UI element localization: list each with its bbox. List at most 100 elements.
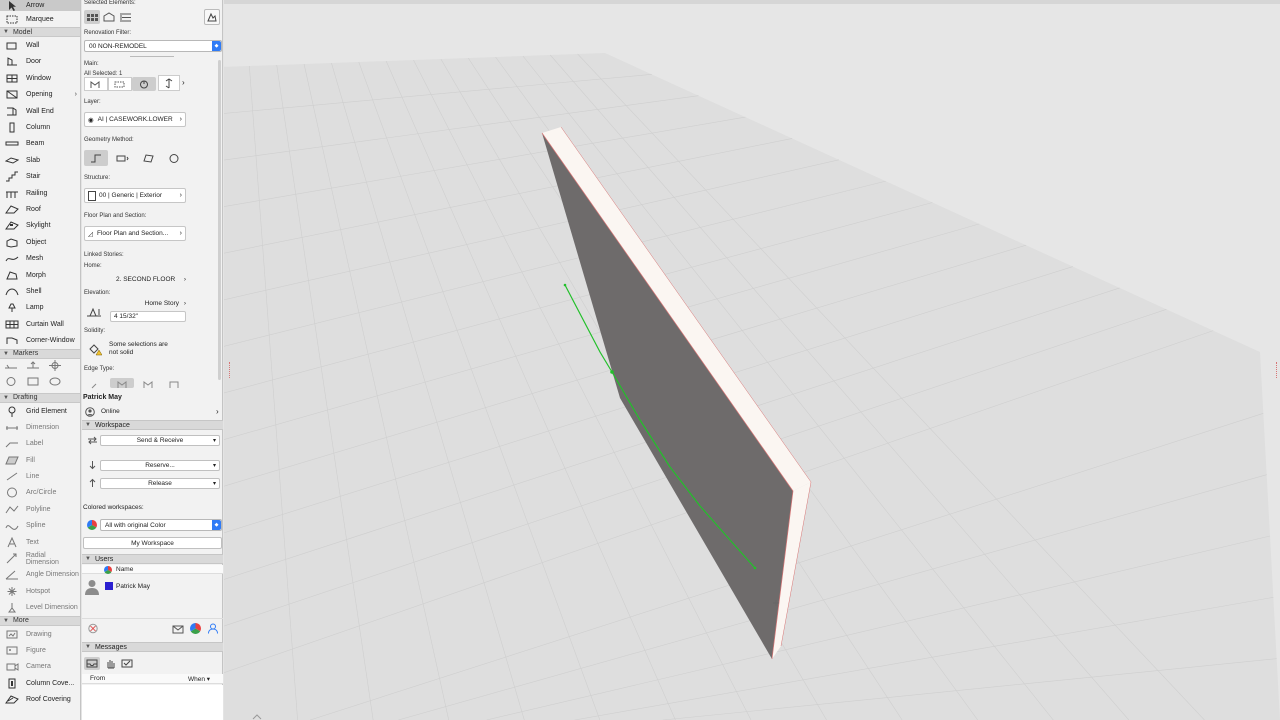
settings-dialog-button[interactable] [204, 9, 220, 25]
elevation-marker-icon[interactable] [26, 360, 48, 373]
reassign-user-icon[interactable] [87, 623, 99, 636]
layer-field[interactable]: ◉ AI | CASEWORK.LOWER › [84, 112, 186, 127]
structure-field[interactable]: 00 | Generic | Exterior › [84, 188, 186, 203]
toolbox-section-drafting[interactable]: ▼ Drafting [0, 392, 80, 403]
user-colors-icon[interactable] [190, 623, 201, 636]
renovation-filter-select[interactable]: 00 NON-REMODEL ◆ [84, 40, 222, 52]
inbox-icon[interactable] [84, 657, 100, 670]
edge-perpendicular-icon[interactable] [110, 378, 134, 388]
chevron-right-icon[interactable]: › [216, 407, 219, 416]
elevation-reference-field[interactable]: Home Story › [132, 300, 186, 310]
messages-column-when[interactable]: When ▾ [188, 675, 210, 683]
tool-hotspot[interactable]: Hotspot [0, 583, 80, 599]
floor-plan-field[interactable]: ◿ Floor Plan and Section... › [84, 226, 186, 241]
tool-roof[interactable]: Roof [0, 201, 80, 217]
tool-radial-dimension[interactable]: Radial Dimension [0, 550, 80, 566]
tool-spline[interactable]: Spline [0, 518, 80, 534]
reference-line-node[interactable] [563, 283, 567, 287]
reserve-button[interactable]: Reserve... ▾ [100, 460, 220, 471]
messages-section-header[interactable]: ▼ Messages [82, 642, 223, 652]
users-section-header[interactable]: ▼ Users [82, 554, 223, 564]
tool-text[interactable]: Text [0, 534, 80, 550]
release-button[interactable]: Release ▾ [100, 478, 220, 489]
edge-straight-icon[interactable] [84, 378, 108, 388]
tool-polyline[interactable]: Polyline [0, 501, 80, 517]
worksheet-marker-icon[interactable] [4, 376, 26, 389]
tool-morph[interactable]: Morph [0, 267, 80, 283]
tool-corner-window[interactable]: Corner-Window [0, 332, 80, 348]
tool-railing[interactable]: Railing [0, 185, 80, 201]
tool-window[interactable]: Window [0, 70, 80, 86]
tool-fill[interactable]: Fill [0, 452, 80, 468]
chevron-right-icon[interactable]: › [182, 78, 185, 87]
3d-viewport[interactable] [224, 0, 1280, 720]
tool-column[interactable]: Column [0, 119, 80, 135]
circle-geometry-icon[interactable] [162, 150, 186, 166]
reference-line-node[interactable] [753, 566, 757, 570]
tool-line[interactable]: Line [0, 468, 80, 484]
hand-icon[interactable] [102, 657, 118, 670]
send-message-icon[interactable] [172, 623, 184, 636]
tool-mesh[interactable]: Mesh [0, 250, 80, 266]
tool-column-cover[interactable]: Column Cove... [0, 675, 80, 691]
change-marker-icon[interactable] [48, 376, 70, 389]
tool-slab[interactable]: Slab [0, 152, 80, 168]
rotated-rectangle-icon[interactable] [136, 150, 160, 166]
tool-stair[interactable]: Stair [0, 169, 80, 185]
messages-column-from[interactable]: From [90, 675, 105, 682]
dashed-select-button[interactable] [108, 77, 132, 91]
tool-camera[interactable]: Camera [0, 659, 80, 675]
my-workspace-button[interactable]: My Workspace [83, 537, 222, 549]
info-box-scrollbar[interactable] [218, 60, 221, 380]
message-filter-icon[interactable] [119, 657, 135, 670]
reference-line-icon[interactable] [158, 75, 180, 91]
rotate-icon[interactable] [132, 77, 156, 91]
list-view-icon[interactable] [118, 10, 134, 24]
tool-label[interactable]: Label [0, 436, 80, 452]
3d-scene[interactable] [224, 0, 1280, 720]
tool-marquee[interactable]: Marquee [0, 11, 80, 27]
toolbox-section-more[interactable]: ▼ More [0, 615, 80, 626]
tool-skylight[interactable]: Skylight [0, 218, 80, 234]
rectangle-geometry-icon[interactable] [110, 150, 134, 166]
tool-arrow[interactable]: Arrow [0, 0, 80, 11]
reference-line-node[interactable] [610, 370, 614, 374]
elevation-input[interactable]: 4 15/32" [110, 311, 186, 322]
send-receive-button[interactable]: Send & Receive ▾ [100, 435, 220, 446]
tool-curtain-wall[interactable]: Curtain Wall [0, 316, 80, 332]
detail-marker-icon[interactable] [26, 376, 48, 389]
tool-opening[interactable]: Opening › [0, 87, 80, 103]
home-story-field[interactable]: 2. SECOND FLOOR › [116, 274, 186, 284]
interior-elevation-icon[interactable] [48, 360, 70, 373]
colored-workspaces-select[interactable]: All with original Color ◆ [100, 519, 222, 531]
tool-figure[interactable]: Figure [0, 642, 80, 658]
tool-drawing[interactable]: Drawing [0, 626, 80, 642]
online-status[interactable]: Online [101, 408, 120, 415]
users-table-row[interactable]: Patrick May [82, 577, 223, 597]
grid-view-button[interactable] [84, 10, 100, 24]
section-marker-icon[interactable] [4, 360, 26, 373]
tool-grid-element[interactable]: Grid Element [0, 403, 80, 419]
tool-angle-dimension[interactable]: Angle Dimension [0, 567, 80, 583]
edge-custom-icon[interactable] [162, 378, 186, 388]
tool-object[interactable]: Object [0, 234, 80, 250]
element-id-button[interactable] [84, 77, 108, 91]
tool-arc-circle[interactable]: Arc/Circle [0, 485, 80, 501]
straight-geometry-icon[interactable] [84, 150, 108, 166]
tool-shell[interactable]: Shell [0, 283, 80, 299]
workspace-section-header[interactable]: ▼ Workspace [82, 420, 223, 430]
tool-level-dimension[interactable]: Level Dimension [0, 600, 80, 616]
element-type-icon[interactable] [101, 10, 117, 24]
toolbox-section-model[interactable]: ▼ Model [0, 27, 80, 38]
messages-list[interactable] [82, 685, 223, 720]
users-column-name[interactable]: Name [116, 566, 133, 573]
tool-wall-end[interactable]: Wall End [0, 103, 80, 119]
tool-beam[interactable]: Beam [0, 136, 80, 152]
tool-roof-covering[interactable]: Roof Covering [0, 691, 80, 707]
edge-horizontal-icon[interactable] [136, 378, 160, 388]
tool-door[interactable]: Door [0, 54, 80, 70]
user-settings-icon[interactable] [207, 623, 219, 636]
tool-dimension[interactable]: Dimension [0, 419, 80, 435]
tool-lamp[interactable]: Lamp [0, 300, 80, 316]
tool-wall[interactable]: Wall [0, 37, 80, 53]
